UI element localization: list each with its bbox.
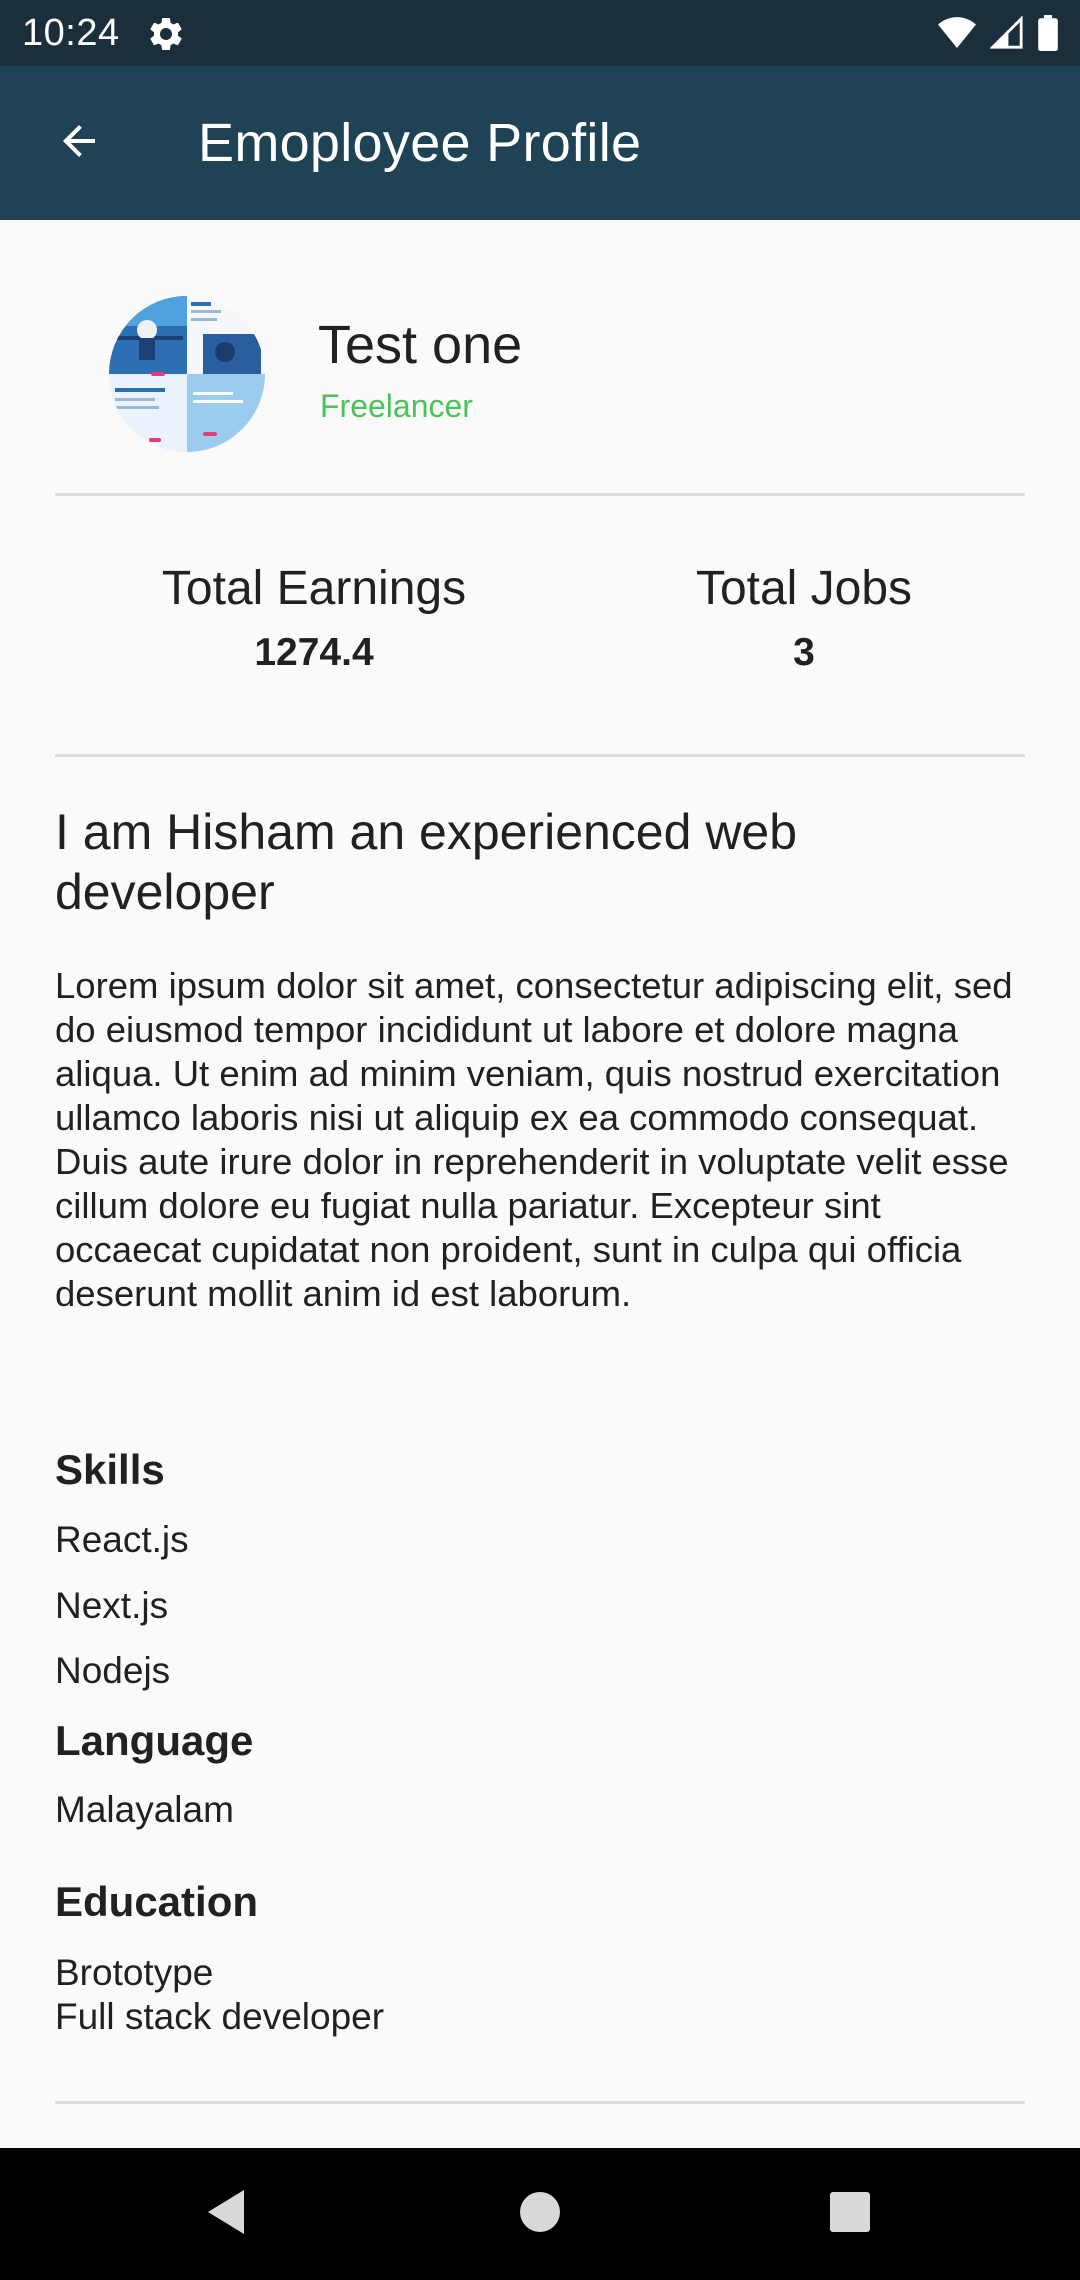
app-bar: Emoployee Profile <box>0 66 1080 220</box>
home-circle-icon <box>518 2190 562 2239</box>
stat-label: Total Jobs <box>695 562 913 615</box>
divider <box>55 754 1025 757</box>
nav-recents-button[interactable] <box>814 2178 886 2250</box>
signal-icon <box>990 16 1024 50</box>
status-time: 10:24 <box>22 12 120 54</box>
language-item: Malayalam <box>55 1789 234 1830</box>
stat-value: 1274.4 <box>254 631 374 674</box>
gear-icon <box>146 14 186 54</box>
recents-square-icon <box>828 2190 872 2239</box>
education-course: Full stack developer <box>55 1996 385 2037</box>
status-icons <box>938 14 1058 52</box>
status-bar: 10:24 <box>0 0 1080 66</box>
language-heading: Language <box>55 1717 254 1764</box>
stat-total-earnings: Total Earnings 1274.4 <box>114 558 514 678</box>
avatar <box>109 296 265 452</box>
system-nav-bar <box>0 2148 1080 2280</box>
back-button[interactable] <box>42 106 116 180</box>
stat-total-jobs: Total Jobs 3 <box>604 558 1004 678</box>
back-triangle-icon <box>204 2188 248 2241</box>
arrow-back-icon <box>55 117 103 170</box>
divider <box>55 493 1025 496</box>
bio-title: I am Hisham an experienced web developer <box>55 804 798 920</box>
skill-item: React.js <box>55 1519 189 1560</box>
profile-role: Freelancer <box>320 388 473 424</box>
skills-heading: Skills <box>55 1446 165 1493</box>
profile-name: Test one <box>318 315 523 375</box>
nav-home-button[interactable] <box>504 2178 576 2250</box>
education-institution: Brototype <box>55 1952 214 1993</box>
battery-icon <box>1038 15 1058 51</box>
nav-back-button[interactable] <box>190 2178 262 2250</box>
stat-value: 3 <box>793 631 815 674</box>
education-heading: Education <box>55 1878 259 1925</box>
bio-text: Lorem ipsum dolor sit amet, consectetur … <box>55 965 1013 1314</box>
page-title: Emoployee Profile <box>198 113 642 173</box>
skill-item: Nodejs <box>55 1650 171 1691</box>
stat-label: Total Earnings <box>161 562 467 615</box>
divider <box>55 2101 1025 2104</box>
skill-item: Next.js <box>55 1585 169 1626</box>
wifi-icon <box>938 17 976 49</box>
